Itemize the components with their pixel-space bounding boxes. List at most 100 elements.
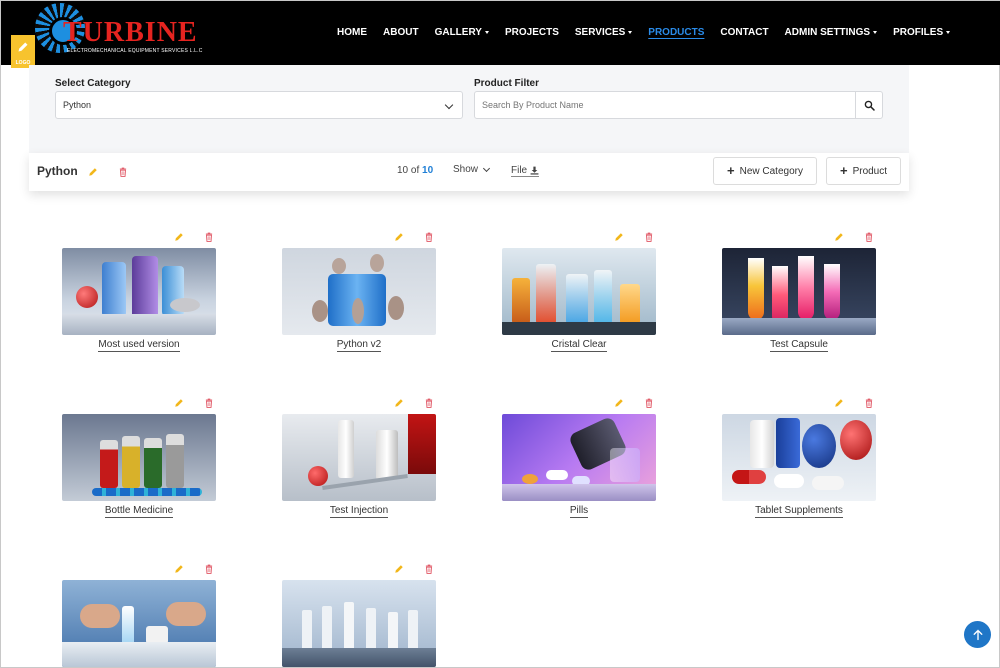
trash-icon (645, 398, 652, 408)
edit-product-button[interactable] (833, 397, 844, 408)
product-name[interactable]: Bottle Medicine (62, 505, 216, 518)
edit-product-button[interactable] (613, 231, 624, 242)
product-name[interactable]: Tablet Supplements (722, 505, 876, 518)
caret-down-icon (873, 30, 878, 34)
product-name[interactable]: Test Injection (282, 505, 436, 518)
trash-icon (205, 564, 212, 574)
product-image[interactable] (62, 580, 216, 667)
trash-icon (425, 232, 432, 242)
edit-category-button[interactable] (87, 166, 98, 177)
trash-icon (865, 398, 872, 408)
nav-admin-settings[interactable]: ADMIN SETTINGS (785, 25, 878, 39)
edit-logo-button[interactable] (11, 35, 35, 59)
chevron-down-icon (482, 164, 491, 172)
show-dropdown[interactable]: Show (453, 164, 491, 175)
delete-product-button[interactable] (423, 397, 434, 408)
product-image[interactable] (722, 248, 876, 335)
brand-logo[interactable]: TURBINE ELECTROMECHANICAL EQUIPMENT SERV… (35, 3, 202, 59)
edit-product-button[interactable] (393, 397, 404, 408)
delete-product-button[interactable] (643, 397, 654, 408)
main-nav: HOME ABOUT GALLERY PROJECTS SERVICES PRO… (337, 25, 966, 39)
delete-product-button[interactable] (863, 231, 874, 242)
new-category-button[interactable]: + New Category (713, 157, 817, 185)
category-title: Python (37, 164, 78, 178)
pencil-icon (174, 232, 183, 241)
category-label: Select Category (55, 78, 131, 89)
product-name[interactable]: Pills (502, 505, 656, 518)
trash-icon (645, 232, 652, 242)
delete-product-button[interactable] (423, 231, 434, 242)
trash-icon (205, 232, 212, 242)
pencil-icon (174, 564, 183, 573)
product-image[interactable] (282, 580, 436, 667)
pencil-icon (174, 398, 183, 407)
trash-icon (865, 232, 872, 242)
product-image[interactable] (62, 248, 216, 335)
product-image[interactable] (502, 414, 656, 501)
product-card: Tablet Supplements (722, 397, 876, 519)
trash-icon (425, 398, 432, 408)
search-icon (864, 100, 875, 111)
edit-product-button[interactable] (173, 563, 184, 574)
caret-down-icon (628, 30, 633, 34)
pencil-icon (394, 232, 403, 241)
pencil-icon (614, 398, 623, 407)
delete-product-button[interactable] (203, 231, 214, 242)
pencil-icon (834, 398, 843, 407)
product-card: Bottle Medicine (62, 397, 216, 519)
edit-product-button[interactable] (173, 397, 184, 408)
category-toolbar: Python 10 of 10 Show File + New Category… (29, 153, 909, 191)
product-image[interactable] (282, 414, 436, 501)
edit-product-button[interactable] (393, 231, 404, 242)
file-download-button[interactable]: File (511, 165, 540, 177)
delete-product-button[interactable] (203, 397, 214, 408)
caret-down-icon (484, 30, 489, 34)
search-button[interactable] (855, 91, 883, 119)
plus-icon: + (839, 163, 848, 178)
edit-product-button[interactable] (393, 563, 404, 574)
download-icon (530, 166, 539, 175)
product-card (62, 563, 216, 668)
delete-category-button[interactable] (117, 166, 128, 177)
pencil-icon (394, 564, 403, 573)
arrow-up-icon (973, 629, 982, 640)
scroll-to-top-button[interactable] (964, 621, 991, 648)
delete-product-button[interactable] (863, 397, 874, 408)
product-name[interactable]: Test Capsule (722, 339, 876, 352)
category-select-value: Python (63, 100, 92, 110)
pencil-icon (88, 167, 97, 176)
nav-home[interactable]: HOME (337, 25, 367, 39)
nav-products[interactable]: PRODUCTS (648, 25, 704, 39)
nav-profiles[interactable]: PROFILES (893, 25, 951, 39)
add-product-button[interactable]: + Product (826, 157, 901, 185)
top-navbar: TURBINE ELECTROMECHANICAL EQUIPMENT SERV… (1, 1, 1000, 68)
edit-product-button[interactable] (833, 231, 844, 242)
product-name[interactable]: Python v2 (282, 339, 436, 352)
product-name[interactable]: Most used version (62, 339, 216, 352)
product-image[interactable] (62, 414, 216, 501)
delete-product-button[interactable] (203, 563, 214, 574)
edit-product-button[interactable] (613, 397, 624, 408)
caret-down-icon (946, 30, 951, 34)
pencil-icon (18, 42, 28, 52)
product-image[interactable] (502, 248, 656, 335)
delete-product-button[interactable] (423, 563, 434, 574)
product-search-input[interactable] (474, 91, 856, 119)
pencil-icon (834, 232, 843, 241)
delete-product-button[interactable] (643, 231, 654, 242)
product-image[interactable] (282, 248, 436, 335)
product-card: Python v2 (282, 231, 436, 353)
product-image[interactable] (722, 414, 876, 501)
plus-icon: + (727, 163, 735, 178)
nav-about[interactable]: ABOUT (383, 25, 419, 39)
nav-services[interactable]: SERVICES (575, 25, 633, 39)
nav-projects[interactable]: PROJECTS (505, 25, 559, 39)
edit-product-button[interactable] (173, 231, 184, 242)
category-select[interactable]: Python (55, 91, 463, 119)
trash-icon (425, 564, 432, 574)
nav-gallery[interactable]: GALLERY (435, 25, 489, 39)
product-name[interactable]: Cristal Clear (502, 339, 656, 352)
chevron-down-icon (444, 100, 454, 110)
nav-contact[interactable]: CONTACT (720, 25, 768, 39)
product-filter-label: Product Filter (474, 78, 540, 89)
